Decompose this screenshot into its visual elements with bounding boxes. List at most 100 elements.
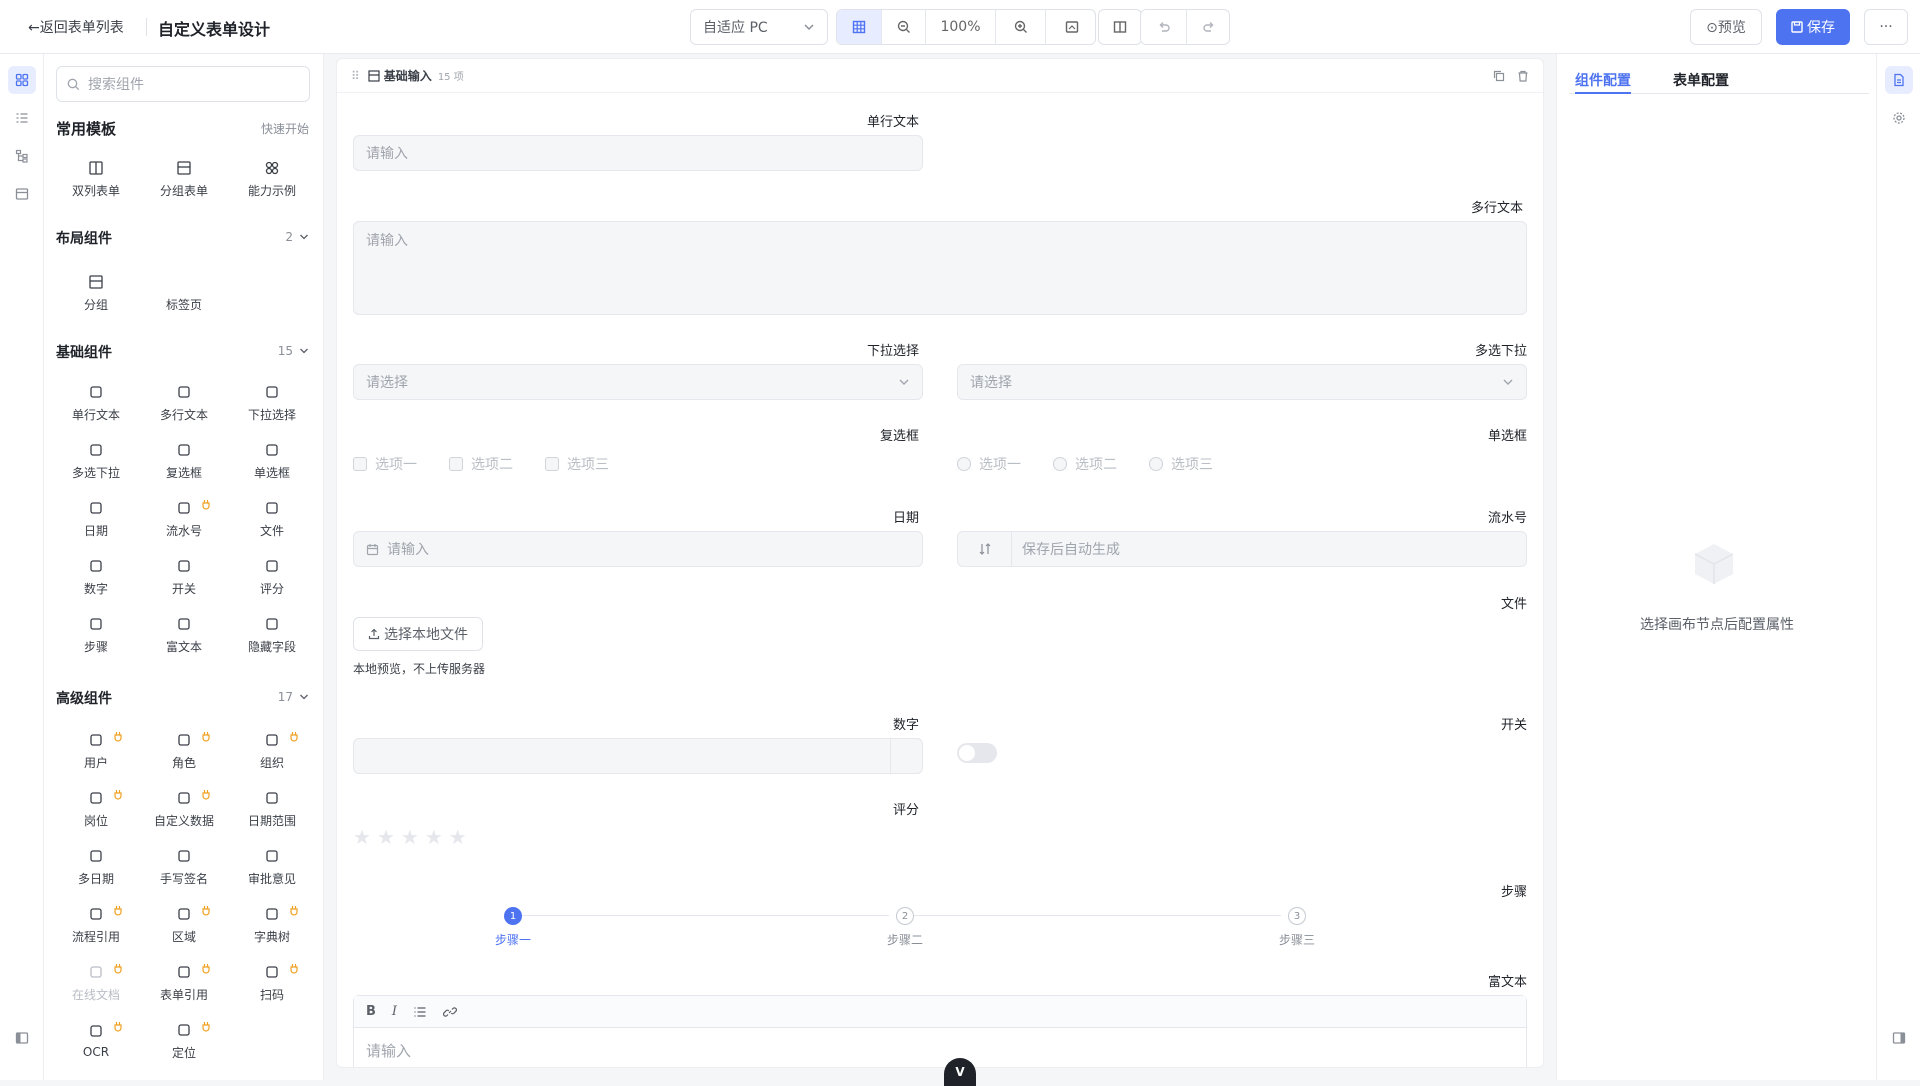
- component-tile[interactable]: 组织: [228, 724, 316, 778]
- layout-section-toggle[interactable]: 2: [285, 230, 309, 244]
- settings-rail-tab[interactable]: [1885, 104, 1913, 132]
- component-tile[interactable]: 文件: [228, 492, 316, 546]
- component-tile[interactable]: 日期范围: [228, 782, 316, 836]
- multi-dropdown-select[interactable]: 请选择: [957, 364, 1527, 400]
- more-menu-button[interactable]: ···: [1864, 9, 1908, 45]
- grid-toggle-button[interactable]: [837, 10, 881, 44]
- component-tile[interactable]: 单选框: [228, 434, 316, 488]
- rating-stars[interactable]: ★ ★ ★ ★ ★: [353, 825, 467, 849]
- component-tile[interactable]: 日期: [52, 492, 140, 546]
- redo-button[interactable]: [1186, 10, 1231, 44]
- component-tile[interactable]: 审批意见: [228, 840, 316, 894]
- component-tile[interactable]: 多日期: [52, 840, 140, 894]
- undo-button[interactable]: [1141, 10, 1186, 44]
- step-indicator[interactable]: 2 步骤二: [875, 907, 935, 948]
- single-text-input[interactable]: 请输入: [353, 135, 923, 171]
- component-tile[interactable]: 区域: [140, 898, 228, 952]
- component-tile[interactable]: 角色: [140, 724, 228, 778]
- comp-tabs[interactable]: 标签页: [140, 266, 228, 320]
- datasource-tab[interactable]: [8, 180, 36, 208]
- radio-option-1[interactable]: 选项一: [957, 454, 1021, 474]
- template-two-column[interactable]: 双列表单: [52, 152, 140, 206]
- quick-start-link[interactable]: 快速开始: [261, 120, 309, 137]
- zoom-out-button[interactable]: [881, 10, 925, 44]
- comp-group[interactable]: 分组: [52, 266, 140, 320]
- component-tile[interactable]: 表单引用: [140, 956, 228, 1010]
- component-tile[interactable]: OCR: [52, 1014, 140, 1068]
- component-tile[interactable]: 多行文本: [140, 376, 228, 430]
- component-tile[interactable]: 岗位: [52, 782, 140, 836]
- outline-tab[interactable]: [8, 104, 36, 132]
- component-tile[interactable]: 评分: [228, 550, 316, 604]
- preview-button[interactable]: ⊙预览: [1690, 9, 1762, 45]
- link-icon[interactable]: [443, 1005, 458, 1019]
- component-tile[interactable]: 流程引用: [52, 898, 140, 952]
- split-view-button[interactable]: [1098, 9, 1142, 45]
- component-tile[interactable]: 自定义数据: [140, 782, 228, 836]
- checkbox-option-1[interactable]: 选项一: [353, 454, 417, 474]
- switch-toggle[interactable]: [957, 743, 997, 763]
- checkbox-option-3[interactable]: 选项三: [545, 454, 609, 474]
- number-input[interactable]: [353, 738, 923, 774]
- component-tile[interactable]: 隐藏字段: [228, 608, 316, 662]
- star-icon[interactable]: ★: [353, 825, 371, 849]
- dropdown-select[interactable]: 请选择: [353, 364, 923, 400]
- tab-form-config[interactable]: 表单配置: [1673, 70, 1729, 90]
- component-search-input[interactable]: 搜索组件: [56, 66, 310, 102]
- component-tile[interactable]: 手写签名: [140, 840, 228, 894]
- drag-handle-icon[interactable]: ⠿: [351, 69, 360, 83]
- component-tile[interactable]: 字典树: [228, 898, 316, 952]
- component-tile[interactable]: 单行文本: [52, 376, 140, 430]
- vue-devtools-badge[interactable]: V: [944, 1058, 976, 1086]
- component-tile[interactable]: 下拉选择: [228, 376, 316, 430]
- properties-rail-tab[interactable]: [1885, 66, 1913, 94]
- trash-icon[interactable]: [1517, 70, 1529, 82]
- bold-button[interactable]: B: [366, 1004, 376, 1019]
- component-tile[interactable]: 富文本: [140, 608, 228, 662]
- zoom-in-button[interactable]: [995, 10, 1045, 44]
- component-tile[interactable]: 定位: [140, 1014, 228, 1068]
- component-tile[interactable]: 复选框: [140, 434, 228, 488]
- date-input[interactable]: 请输入: [353, 531, 923, 567]
- star-icon[interactable]: ★: [449, 825, 467, 849]
- fit-screen-button[interactable]: [1045, 10, 1097, 44]
- radio-option-3[interactable]: 选项三: [1149, 454, 1213, 474]
- checkbox-option-2[interactable]: 选项二: [449, 454, 513, 474]
- components-tab[interactable]: [8, 66, 36, 94]
- copy-icon[interactable]: [1493, 70, 1505, 82]
- tab-component-config[interactable]: 组件配置: [1575, 70, 1631, 90]
- component-tile[interactable]: 数字: [52, 550, 140, 604]
- component-tile[interactable]: 开关: [140, 550, 228, 604]
- search-placeholder: 搜索组件: [88, 77, 144, 93]
- choose-file-button[interactable]: 选择本地文件: [353, 617, 483, 651]
- star-icon[interactable]: ★: [377, 825, 395, 849]
- step-indicator[interactable]: 3 步骤三: [1267, 907, 1327, 948]
- template-grouped[interactable]: 分组表单: [140, 152, 228, 206]
- component-tile[interactable]: 在线文档: [52, 956, 140, 1010]
- component-tile[interactable]: 流水号: [140, 492, 228, 546]
- device-select[interactable]: 自适应 PC: [690, 9, 828, 45]
- group-icon: [89, 274, 103, 289]
- component-tile[interactable]: 用户: [52, 724, 140, 778]
- save-button[interactable]: 保存: [1776, 9, 1850, 45]
- star-icon[interactable]: ★: [425, 825, 443, 849]
- list-icon[interactable]: [413, 1005, 427, 1019]
- radio-option-2[interactable]: 选项二: [1053, 454, 1117, 474]
- step-indicator[interactable]: 1 步骤一: [483, 907, 543, 948]
- richtext-editor[interactable]: B I 请输入: [353, 995, 1527, 1067]
- collapse-left-button[interactable]: [8, 1024, 36, 1052]
- multi-text-textarea[interactable]: 请输入: [353, 221, 1527, 315]
- back-to-list-link[interactable]: ←返回表单列表: [28, 17, 124, 37]
- template-examples[interactable]: 能力示例: [228, 152, 316, 206]
- component-tile[interactable]: 扫码: [228, 956, 316, 1010]
- component-tile[interactable]: 多选下拉: [52, 434, 140, 488]
- form-group-card[interactable]: ⠿ 基础输入 15 项 单行文本 请输入 多行文本 请输入 下拉选择 请选择 多…: [336, 58, 1544, 1068]
- italic-button[interactable]: I: [392, 1004, 397, 1019]
- tree-tab[interactable]: [8, 142, 36, 170]
- component-tile[interactable]: 步骤: [52, 608, 140, 662]
- advanced-section-toggle[interactable]: 17: [278, 690, 309, 704]
- star-icon[interactable]: ★: [401, 825, 419, 849]
- basic-section-toggle[interactable]: 15: [278, 344, 309, 358]
- number-stepper[interactable]: [890, 739, 922, 773]
- collapse-right-button[interactable]: [1885, 1024, 1913, 1052]
